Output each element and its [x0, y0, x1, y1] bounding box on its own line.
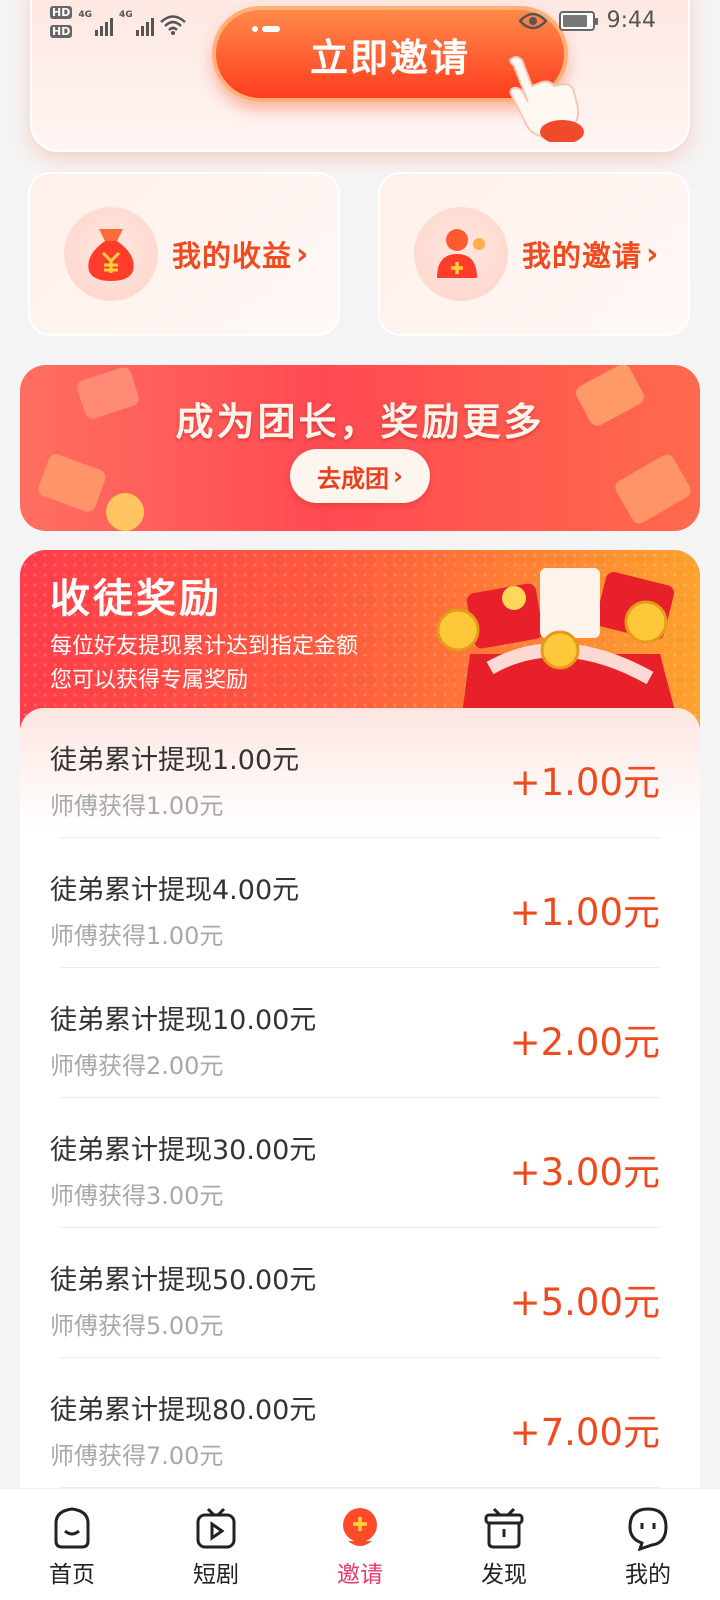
- network-type-1: 4G: [78, 10, 92, 20]
- reward-amount: +2.00元: [509, 1021, 660, 1064]
- money-bag-icon: [88, 229, 134, 281]
- status-right: 9:44: [518, 8, 656, 33]
- chevron-right-icon: ›: [393, 462, 403, 490]
- nav-home[interactable]: 首页: [0, 1489, 144, 1600]
- withdraw-threshold-text: 徒弟累计提现10.00元: [50, 1005, 317, 1036]
- banner-title: 成为团长，奖励更多: [175, 400, 545, 444]
- status-left: HD HD 4G 4G: [50, 6, 186, 38]
- hd-badge-2: HD: [50, 25, 73, 38]
- bottom-nav: 首页 短剧 邀请 发现 我的: [0, 1488, 720, 1600]
- master-gain-text: 师傅获得7.00元: [50, 1442, 224, 1470]
- master-gain-text: 师傅获得5.00元: [50, 1312, 224, 1340]
- my-earnings-card[interactable]: 我的收益 ›: [28, 172, 340, 336]
- battery-icon: [558, 10, 598, 31]
- chevron-right-icon: ›: [296, 236, 309, 272]
- withdraw-threshold-text: 徒弟累计提现1.00元: [50, 745, 300, 776]
- gift-box-icon: [436, 568, 680, 730]
- network-type-2: 4G: [119, 10, 133, 20]
- discover-box-icon: [484, 1507, 524, 1549]
- rewards-title: 收徒奖励: [50, 576, 222, 622]
- rewards-subtitle: 每位好友提现累计达到指定金额 您可以获得专属奖励: [50, 630, 358, 698]
- apprentice-rewards-header: 收徒奖励 每位好友提现累计达到指定金额 您可以获得专属奖励: [20, 550, 700, 730]
- hd-badge-1: HD: [50, 6, 73, 19]
- rewards-subtitle-line1: 每位好友提现累计达到指定金额: [50, 634, 359, 659]
- user-plus-icon-wrap: [414, 207, 508, 301]
- nav-short-drama[interactable]: 短剧: [144, 1489, 288, 1600]
- reward-amount: +5.00元: [509, 1281, 660, 1324]
- home-icon: [54, 1507, 90, 1549]
- my-invites-card[interactable]: 我的邀请 ›: [378, 172, 690, 336]
- list-item: 徒弟累计提现10.00元 师傅获得2.00元 +2.00元: [20, 968, 700, 1098]
- list-item: 徒弟累计提现1.00元 师傅获得1.00元 +1.00元: [20, 708, 700, 838]
- withdraw-threshold-text: 徒弟累计提现30.00元: [50, 1135, 317, 1166]
- signal-icon-1: 4G: [78, 10, 113, 36]
- list-item: 徒弟累计提现50.00元 师傅获得5.00元 +5.00元: [20, 1228, 700, 1358]
- withdraw-threshold-text: 徒弟累计提现4.00元: [50, 875, 300, 906]
- chevron-right-icon: ›: [646, 236, 659, 272]
- master-gain-text: 师傅获得3.00元: [50, 1182, 224, 1210]
- red-envelope-decoration: [36, 452, 108, 514]
- reward-amount: +1.00元: [509, 761, 660, 804]
- nav-invite[interactable]: 邀请: [288, 1489, 432, 1600]
- withdraw-threshold-text: 徒弟累计提现80.00元: [50, 1395, 317, 1426]
- wifi-icon: [159, 15, 186, 35]
- go-form-team-label: 去成团: [317, 464, 390, 493]
- list-item: 徒弟累计提现30.00元 师傅获得3.00元 +3.00元: [20, 1098, 700, 1228]
- reward-amount: +3.00元: [509, 1151, 660, 1194]
- master-gain-text: 师傅获得2.00元: [50, 1052, 224, 1080]
- team-leader-banner[interactable]: 成为团长，奖励更多 去成团 ›: [20, 365, 700, 531]
- money-bag-icon-wrap: [64, 207, 158, 301]
- list-item: 徒弟累计提现80.00元 师傅获得7.00元 +7.00元: [20, 1358, 700, 1488]
- nav-home-label: 首页: [49, 1562, 95, 1588]
- profile-icon: [628, 1507, 668, 1551]
- rewards-subtitle-line2: 您可以获得专属奖励: [50, 668, 249, 693]
- nav-short-drama-label: 短剧: [193, 1562, 239, 1588]
- master-gain-text: 师傅获得1.00元: [50, 922, 224, 950]
- reward-amount: +7.00元: [509, 1411, 660, 1454]
- signal-icon-2: 4G: [119, 10, 154, 36]
- user-plus-icon: [437, 229, 485, 278]
- nav-discover[interactable]: 发现: [432, 1489, 576, 1600]
- my-invites-label: 我的邀请: [522, 239, 643, 273]
- nav-profile-label: 我的: [625, 1562, 671, 1588]
- rewards-list: 徒弟累计提现1.00元 师傅获得1.00元 +1.00元 徒弟累计提现4.00元…: [20, 708, 700, 1488]
- my-earnings-label: 我的收益: [172, 239, 293, 273]
- status-bar: HD HD 4G 4G 9:44: [0, 0, 720, 50]
- pointing-hand-icon: [508, 56, 584, 142]
- coin-decoration: [106, 493, 144, 531]
- reward-amount: +1.00元: [509, 891, 660, 934]
- clock: 9:44: [606, 8, 656, 33]
- go-form-team-button[interactable]: 去成团 ›: [290, 449, 430, 503]
- invite-icon: [343, 1508, 377, 1546]
- list-item: 徒弟累计提现4.00元 师傅获得1.00元 +1.00元: [20, 838, 700, 968]
- nav-profile[interactable]: 我的: [576, 1489, 720, 1600]
- eye-icon: [518, 12, 547, 29]
- master-gain-text: 师傅获得1.00元: [50, 792, 224, 820]
- nav-discover-label: 发现: [481, 1562, 527, 1588]
- withdraw-threshold-text: 徒弟累计提现50.00元: [50, 1265, 317, 1296]
- nav-invite-label: 邀请: [337, 1562, 383, 1588]
- red-envelope-decoration: [612, 451, 694, 527]
- tv-play-icon: [196, 1507, 236, 1549]
